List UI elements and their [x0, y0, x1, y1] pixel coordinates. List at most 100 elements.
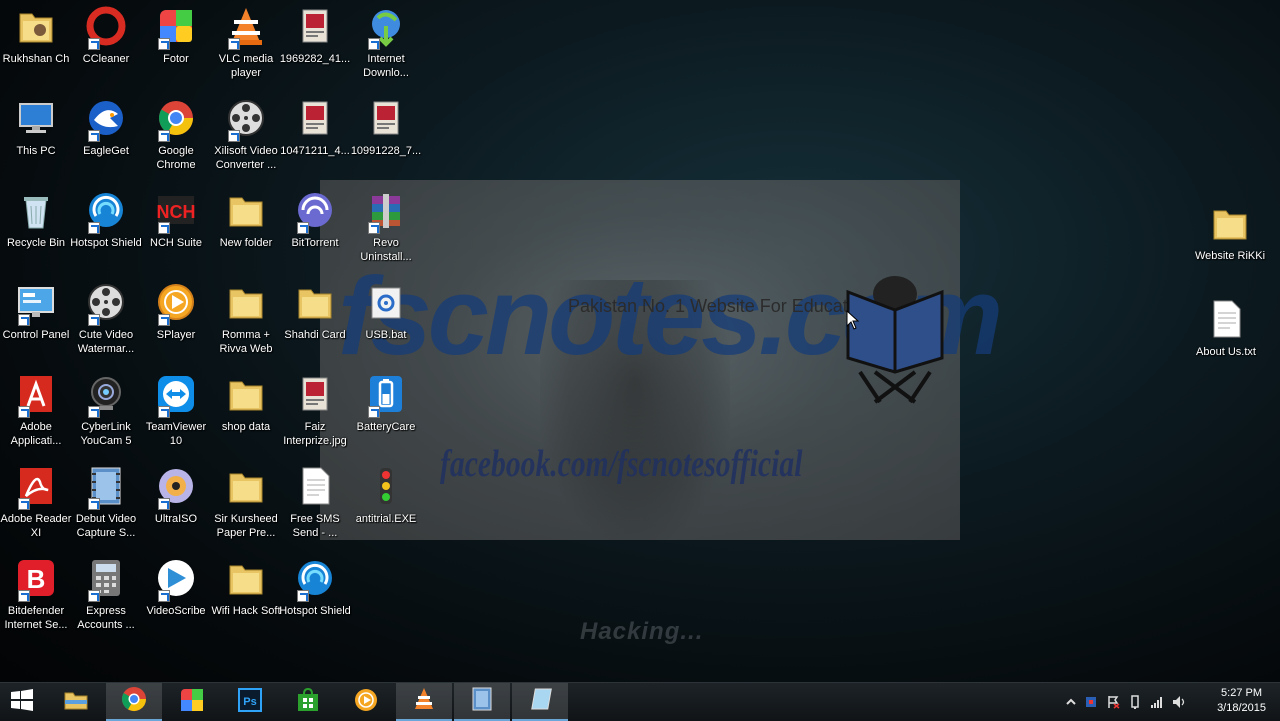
eagleget-icon — [84, 96, 128, 142]
desktop-icon-label: Debut Video Capture S... — [75, 513, 137, 539]
desktop-icon-romma-rivva-web[interactable]: Romma + Rivva Web — [210, 280, 282, 356]
desktop-icon-eagleget[interactable]: EagleGet — [70, 96, 142, 158]
desktop-icon-label: shop data — [221, 421, 271, 433]
fotor-icon — [154, 4, 198, 50]
image-file-icon — [293, 96, 337, 140]
desktop-icon-recycle-bin[interactable]: Recycle Bin — [0, 188, 72, 250]
desktop-icon-label: BatteryCare — [356, 421, 416, 433]
film-reel-icon — [224, 96, 268, 142]
taskbar-file-explorer[interactable] — [48, 683, 104, 721]
desktop-icon-label: VLC media player — [218, 53, 274, 79]
desktop-icon-express-accounts[interactable]: Express Accounts ... — [70, 556, 142, 632]
folder-icon — [293, 280, 337, 324]
taskbar-clock[interactable]: 5:27 PM 3/18/2015 — [1217, 686, 1266, 716]
volume-speaker-icon[interactable] — [1172, 695, 1186, 709]
desktop-icon-teamviewer-10[interactable]: TeamViewer 10 — [140, 372, 212, 448]
computer-icon — [14, 96, 58, 140]
desktop-icon-ultraiso[interactable]: UltraISO — [140, 464, 212, 526]
shortcut-arrow-icon — [368, 406, 380, 418]
desktop-icon-label: EagleGet — [83, 145, 129, 157]
wifi-signal-icon[interactable] — [1150, 695, 1164, 709]
desktop-icon-debut-video-capture-s[interactable]: Debut Video Capture S... — [70, 464, 142, 540]
desktop-icon-1969282-41[interactable]: 1969282_41... — [279, 4, 351, 66]
desktop-icon-adobe-reader-xi[interactable]: Adobe Reader XI — [0, 464, 72, 540]
desktop-icon-batterycare[interactable]: BatteryCare — [350, 372, 422, 434]
shortcut-arrow-icon — [88, 590, 100, 602]
desktop-icon-label: Shahdi Card — [284, 329, 346, 341]
flag-action-center-icon[interactable] — [1106, 695, 1120, 709]
desktop-icon-bitdefender-internet-se[interactable]: B Bitdefender Internet Se... — [0, 556, 72, 632]
desktop-icon-usb-bat[interactable]: USB.bat — [350, 280, 422, 342]
image-file-icon — [293, 4, 337, 48]
taskbar-vlc[interactable] — [396, 683, 452, 721]
power-plug-icon[interactable] — [1128, 695, 1142, 709]
desktop-icon-website-rikki[interactable]: Website RiKKi — [1194, 201, 1266, 263]
videoscribe-icon — [154, 556, 198, 602]
desktop-icon-label: New folder — [219, 237, 273, 249]
desktop-icon-label: 10991228_7... — [350, 145, 422, 157]
network-adapter-icon[interactable] — [1084, 695, 1098, 709]
shortcut-arrow-icon — [228, 38, 240, 50]
mouse-cursor-icon — [846, 310, 860, 330]
desktop-icon-shahdi-card[interactable]: Shahdi Card — [279, 280, 351, 342]
svg-text:NCH: NCH — [157, 202, 196, 222]
desktop-icon-internet-downlo[interactable]: Internet Downlo... — [350, 4, 422, 80]
show-hidden-icons-chevron-icon[interactable] — [1064, 695, 1078, 709]
desktop-icon-about-us-txt[interactable]: About Us.txt — [1190, 297, 1262, 359]
desktop-icon-antitrial-exe[interactable]: antitrial.EXE — [350, 464, 422, 526]
battery-icon — [364, 372, 408, 418]
taskbar-debut-video-capture[interactable] — [454, 683, 510, 721]
desktop-icon-cyberlink-youcam-5[interactable]: CyberLink YouCam 5 — [70, 372, 142, 448]
desktop-icon-sir-kursheed-paper-pre[interactable]: Sir Kursheed Paper Pre... — [210, 464, 282, 540]
desktop-icon-cute-video-watermar[interactable]: Cute Video Watermar... — [70, 280, 142, 356]
splayer-icon — [352, 686, 380, 719]
shortcut-arrow-icon — [18, 406, 30, 418]
desktop-icon-splayer[interactable]: SPlayer — [140, 280, 212, 342]
desktop-icon-hotspot-shield[interactable]: Hotspot Shield — [279, 556, 351, 618]
desktop-icon-google-chrome[interactable]: Google Chrome — [140, 96, 212, 172]
desktop-icon-vlc-media-player[interactable]: VLC media player — [210, 4, 282, 80]
desktop-icon-ccleaner[interactable]: CCleaner — [70, 4, 142, 66]
adobe-icon — [14, 372, 58, 418]
taskbar-photoshop[interactable]: Ps — [222, 683, 278, 721]
desktop-icon-rukhshan-ch[interactable]: Rukhshan Ch — [0, 4, 72, 66]
chrome-icon — [154, 96, 198, 142]
desktop-icon-wifi-hack-soft[interactable]: Wifi Hack Soft — [210, 556, 282, 618]
desktop-icon-label: Fotor — [163, 53, 189, 65]
desktop-icon-bittorrent[interactable]: BitTorrent — [279, 188, 351, 250]
desktop-icon-new-folder[interactable]: New folder — [210, 188, 282, 250]
desktop-icon-fotor[interactable]: Fotor — [140, 4, 212, 66]
desktop-icon-label: About Us.txt — [1196, 346, 1256, 358]
shortcut-arrow-icon — [158, 498, 170, 510]
desktop-icon-nch-suite[interactable]: NCH NCH Suite — [140, 188, 212, 250]
desktop-icon-label: SPlayer — [156, 329, 196, 341]
desktop-icon-label: USB.bat — [365, 329, 407, 341]
taskbar-start-button[interactable] — [0, 683, 44, 721]
desktop-icon-label: Website RiKKi — [1194, 250, 1266, 262]
splayer-icon — [154, 280, 198, 326]
desktop-icon-shop-data[interactable]: shop data — [210, 372, 282, 434]
desktop-icon-this-pc[interactable]: This PC — [0, 96, 72, 158]
taskbar-notepad[interactable] — [512, 683, 568, 721]
taskbar-google-chrome[interactable] — [106, 683, 162, 721]
ccleaner-icon — [84, 4, 128, 50]
desktop-icon-control-panel[interactable]: Control Panel — [0, 280, 72, 342]
desktop-icon-label: VideoScribe — [146, 605, 206, 617]
desktop-icon-10991228-7[interactable]: 10991228_7... — [350, 96, 422, 158]
desktop-icon-xilisoft-video-converter[interactable]: Xilisoft Video Converter ... — [210, 96, 282, 172]
store-icon — [294, 686, 322, 719]
desktop-icon-videoscribe[interactable]: VideoScribe — [140, 556, 212, 618]
desktop-icon-10471211-4[interactable]: 10471211_4... — [279, 96, 351, 158]
desktop-icon-label: Express Accounts ... — [77, 605, 135, 631]
desktop-icon-free-sms-send[interactable]: Free SMS Send - ... — [279, 464, 351, 540]
taskbar-splayer[interactable] — [338, 683, 394, 721]
desktop-icon-hotspot-shield[interactable]: Hotspot Shield — [70, 188, 142, 250]
hotspot-shield-icon — [293, 556, 337, 602]
desktop-icon-faiz-interprize-jpg[interactable]: Faiz Interprize.jpg — [279, 372, 351, 448]
desktop-icon-revo-uninstall[interactable]: Revo Uninstall... — [350, 188, 422, 264]
desktop-icon-adobe-applicati[interactable]: Adobe Applicati... — [0, 372, 72, 448]
adobe-reader-icon — [14, 464, 58, 510]
idm-icon — [364, 4, 408, 50]
taskbar-fotor[interactable] — [164, 683, 220, 721]
taskbar-store[interactable] — [280, 683, 336, 721]
